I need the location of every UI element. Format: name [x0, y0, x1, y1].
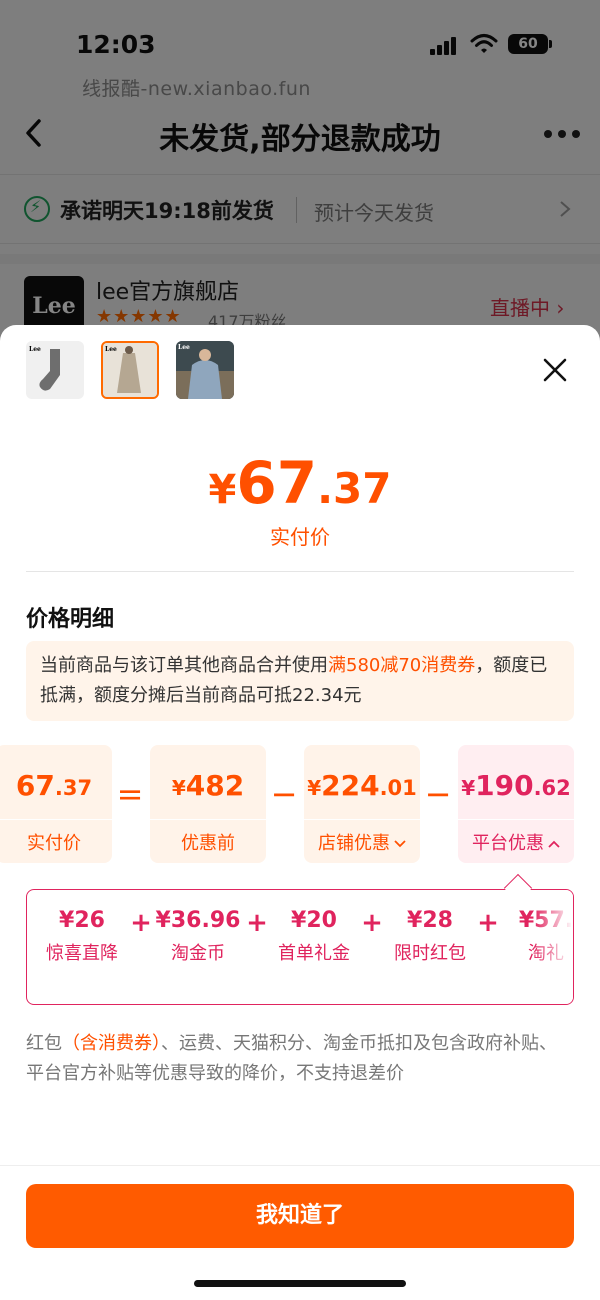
formula-store-discount-card[interactable]: ¥224.01 店铺优惠 — [304, 745, 420, 863]
equals-operator: = — [116, 775, 144, 813]
platform-item: ¥36.96 淘金币 — [155, 908, 241, 964]
paid-price-label: 实付价 — [270, 525, 330, 549]
confirm-button[interactable]: 我知道了 — [26, 1184, 574, 1248]
refund-footnote: 红包（含消费券）、运费、天猫积分、淘金币抵扣及包含政府补贴、平台官方补贴等优惠导… — [26, 1033, 557, 1084]
chevron-up-icon — [548, 840, 560, 848]
thumbnail-dress[interactable]: Lee — [101, 341, 159, 399]
price-formula: 67.37 实付价 = ¥482 优惠前 − ¥224.01 店铺优惠 − ¥1… — [0, 745, 600, 863]
close-icon[interactable] — [540, 355, 570, 385]
formula-original-card: ¥482 优惠前 — [150, 745, 266, 863]
svg-text:Lee: Lee — [29, 346, 41, 353]
divider — [26, 571, 574, 572]
price-detail-sheet: Lee Lee Lee ¥67.37 实付价 价格明细 当前商品与该订单其他商品… — [0, 325, 600, 1300]
minus-operator: − — [424, 775, 452, 813]
platform-discount-breakdown: ¥26 惊喜直降 + ¥36.96 淘金币 + ¥20 首单礼金 + ¥28 限时红包 … — [26, 889, 574, 1005]
formula-paid-card: 67.37 实付价 — [0, 745, 112, 863]
svg-text:Lee: Lee — [105, 346, 117, 353]
paid-price: ¥67.37 — [208, 449, 392, 517]
svg-text:Lee: Lee — [178, 344, 190, 351]
platform-item: ¥20 首单礼金 — [278, 908, 350, 964]
platform-item: ¥26 惊喜直降 — [46, 908, 118, 964]
minus-operator: − — [270, 775, 298, 813]
thumbnail-jacket[interactable]: Lee — [176, 341, 234, 399]
bottom-bar: 我知道了 — [0, 1165, 600, 1300]
formula-platform-discount-card[interactable]: ¥190.62 平台优惠 — [458, 745, 574, 863]
section-title: 价格明细 — [26, 607, 115, 632]
platform-item: ¥28 限时红包 — [394, 908, 466, 964]
thumbnail-sock[interactable]: Lee — [26, 341, 84, 399]
chevron-down-icon — [394, 840, 406, 848]
home-indicator[interactable] — [194, 1280, 406, 1287]
coupon-notice: 当前商品与该订单其他商品合并使用满580减70消费券，额度已抵满，额度分摊后当前… — [26, 641, 574, 721]
modal-overlay[interactable] — [0, 0, 600, 340]
